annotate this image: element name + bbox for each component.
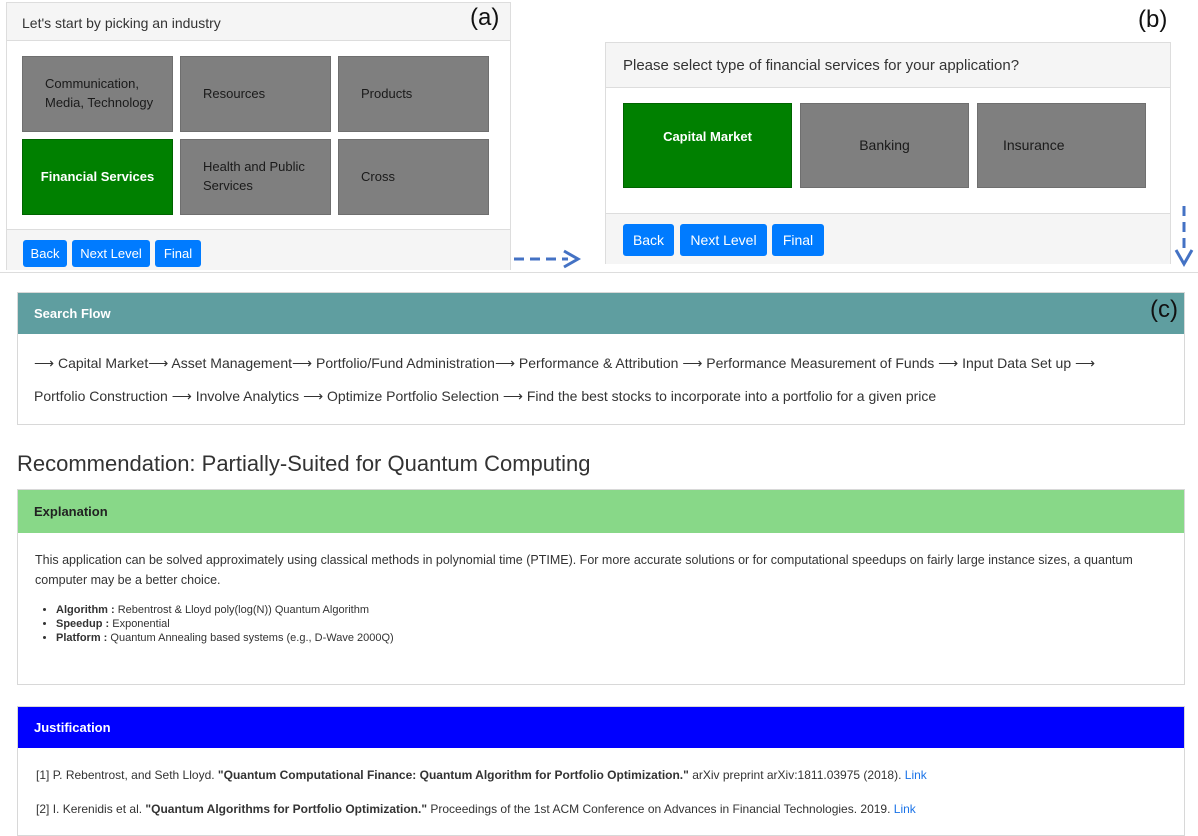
search-flow-card: Search Flow ⟶ Capital Market⟶ Asset Mana… [17,292,1185,425]
tile-financial-services[interactable]: Financial Services [22,139,173,215]
next-level-button[interactable]: Next Level [680,224,767,256]
point-algorithm: Algorithm : Rebentrost & Lloyd poly(log(… [56,603,394,617]
explanation-card: Explanation This application can be solv… [17,489,1185,685]
panel-c-tag: (c) [1150,296,1178,323]
tile-communication[interactable]: Communication, Media, Technology [22,56,173,132]
tile-resources[interactable]: Resources [180,56,331,132]
recommendation-heading: Recommendation: Partially-Suited for Qua… [17,451,591,476]
reference-1: [1] P. Rebentrost, and Seth Lloyd. "Quan… [36,768,927,782]
final-button[interactable]: Final [772,224,824,256]
explanation-points: Algorithm : Rebentrost & Lloyd poly(log(… [18,603,394,645]
tile-insurance[interactable]: Insurance [977,103,1146,188]
search-flow-header: Search Flow [18,293,1184,334]
arrow-right-icon [514,249,582,269]
industry-panel-header: Let's start by picking an industry [7,3,510,41]
reference-1-link[interactable]: Link [905,768,927,782]
justification-header: Justification [18,707,1184,748]
panel-b-tag: (b) [1138,6,1168,33]
panel-a-tag: (a) [470,4,500,31]
section-divider [0,272,1198,273]
explanation-header: Explanation [18,490,1184,533]
industry-panel: Let's start by picking an industry Commu… [6,2,511,270]
search-flow-line-2: Portfolio Construction ⟶ Involve Analyti… [34,388,937,404]
explanation-text: This application can be solved approxima… [35,553,1133,587]
reference-2-link[interactable]: Link [894,802,916,816]
tile-products[interactable]: Products [338,56,489,132]
back-button[interactable]: Back [623,224,674,256]
financial-type-header: Please select type of financial services… [606,43,1170,88]
point-speedup: Speedup : Exponential [56,617,394,631]
tile-cross[interactable]: Cross [338,139,489,215]
reference-2: [2] I. Kerenidis et al. "Quantum Algorit… [36,802,916,816]
justification-card: Justification [1] P. Rebentrost, and Set… [17,706,1185,836]
next-level-button[interactable]: Next Level [72,240,150,267]
tile-banking[interactable]: Banking [800,103,969,188]
search-flow-line-1: ⟶ Capital Market⟶ Asset Management⟶ Port… [34,355,1096,371]
point-platform: Platform : Quantum Annealing based syste… [56,631,394,645]
arrow-down-icon [1174,206,1194,268]
tile-capital-market[interactable]: Capital Market [623,103,792,188]
tile-health-public[interactable]: Health and Public Services [180,139,331,215]
back-button[interactable]: Back [23,240,67,267]
financial-type-panel: Please select type of financial services… [605,42,1171,264]
final-button[interactable]: Final [155,240,201,267]
